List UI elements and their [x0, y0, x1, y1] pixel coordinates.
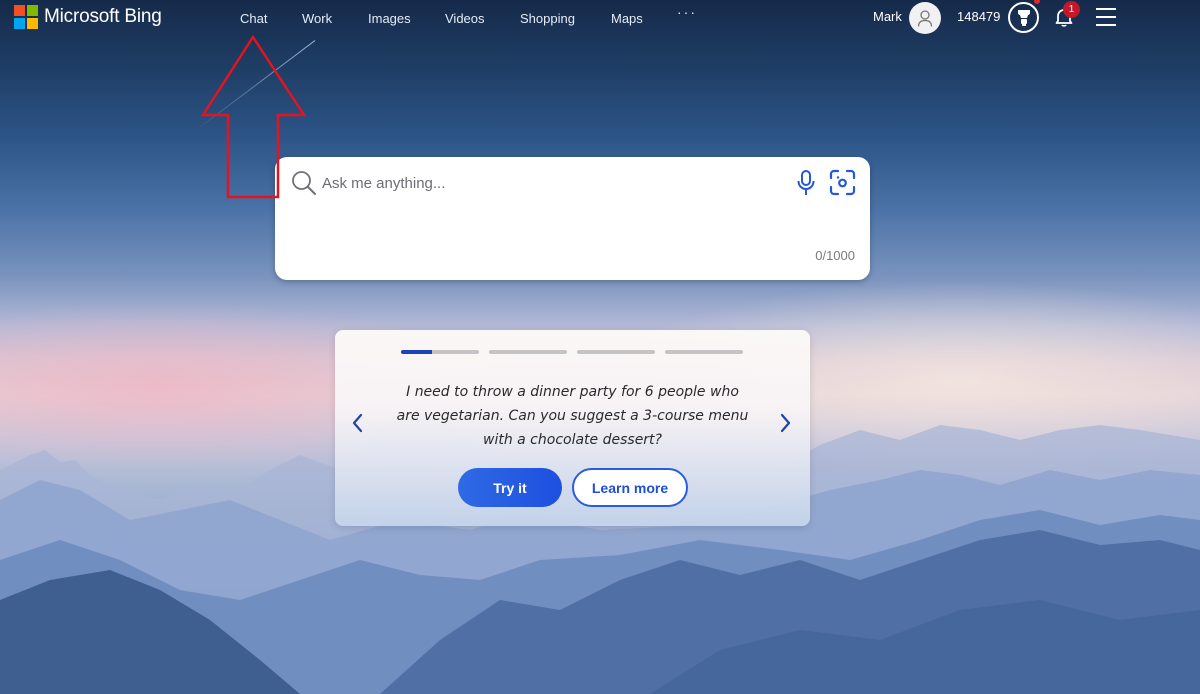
chevron-right-icon[interactable]	[778, 412, 792, 434]
carousel-progress-bar[interactable]	[489, 350, 567, 354]
carousel-progress	[401, 350, 743, 354]
nav-images[interactable]: Images	[368, 11, 411, 26]
nav-shopping[interactable]: Shopping	[520, 11, 575, 26]
suggestion-prompt-text: I need to throw a dinner party for 6 peo…	[396, 384, 749, 448]
reward-points[interactable]: 148479	[957, 9, 1000, 24]
avatar[interactable]	[909, 2, 941, 34]
bing-logo-link[interactable]: Microsoft Bing	[14, 5, 162, 29]
try-it-button[interactable]: Try it	[458, 468, 562, 507]
nav-more-button[interactable]: ···	[677, 4, 697, 20]
learn-more-button[interactable]: Learn more	[572, 468, 688, 507]
carousel-progress-bar[interactable]	[665, 350, 743, 354]
nav-videos[interactable]: Videos	[445, 11, 485, 26]
search-input[interactable]	[322, 171, 772, 195]
chevron-left-icon[interactable]	[351, 412, 365, 434]
person-icon	[917, 9, 933, 27]
carousel-progress-bar[interactable]	[401, 350, 479, 354]
user-name[interactable]: Mark	[873, 9, 902, 24]
nav-work[interactable]: Work	[302, 11, 332, 26]
rewards-alert-dot	[1034, 0, 1040, 4]
rewards-button[interactable]	[1008, 2, 1039, 33]
carousel-progress-fill	[401, 350, 433, 354]
search-box: 0/1000	[275, 157, 870, 280]
notification-badge: 1	[1063, 1, 1080, 18]
character-count: 0/1000	[815, 248, 855, 263]
visual-search-camera-icon[interactable]	[829, 169, 856, 196]
carousel-progress-bar[interactable]	[577, 350, 655, 354]
nav-maps[interactable]: Maps	[611, 11, 643, 26]
hamburger-menu-icon[interactable]	[1096, 8, 1116, 26]
microsoft-logo-icon	[14, 5, 38, 29]
nav-chat[interactable]: Chat	[240, 11, 267, 26]
annotation-up-arrow-icon	[200, 34, 307, 199]
suggestion-carousel-card: I need to throw a dinner party for 6 peo…	[335, 330, 810, 526]
top-header: Microsoft Bing Chat Work Images Videos S…	[0, 0, 1200, 36]
brand-name: Microsoft Bing	[44, 6, 162, 27]
trophy-icon	[1017, 9, 1030, 26]
microphone-icon[interactable]	[796, 169, 816, 197]
